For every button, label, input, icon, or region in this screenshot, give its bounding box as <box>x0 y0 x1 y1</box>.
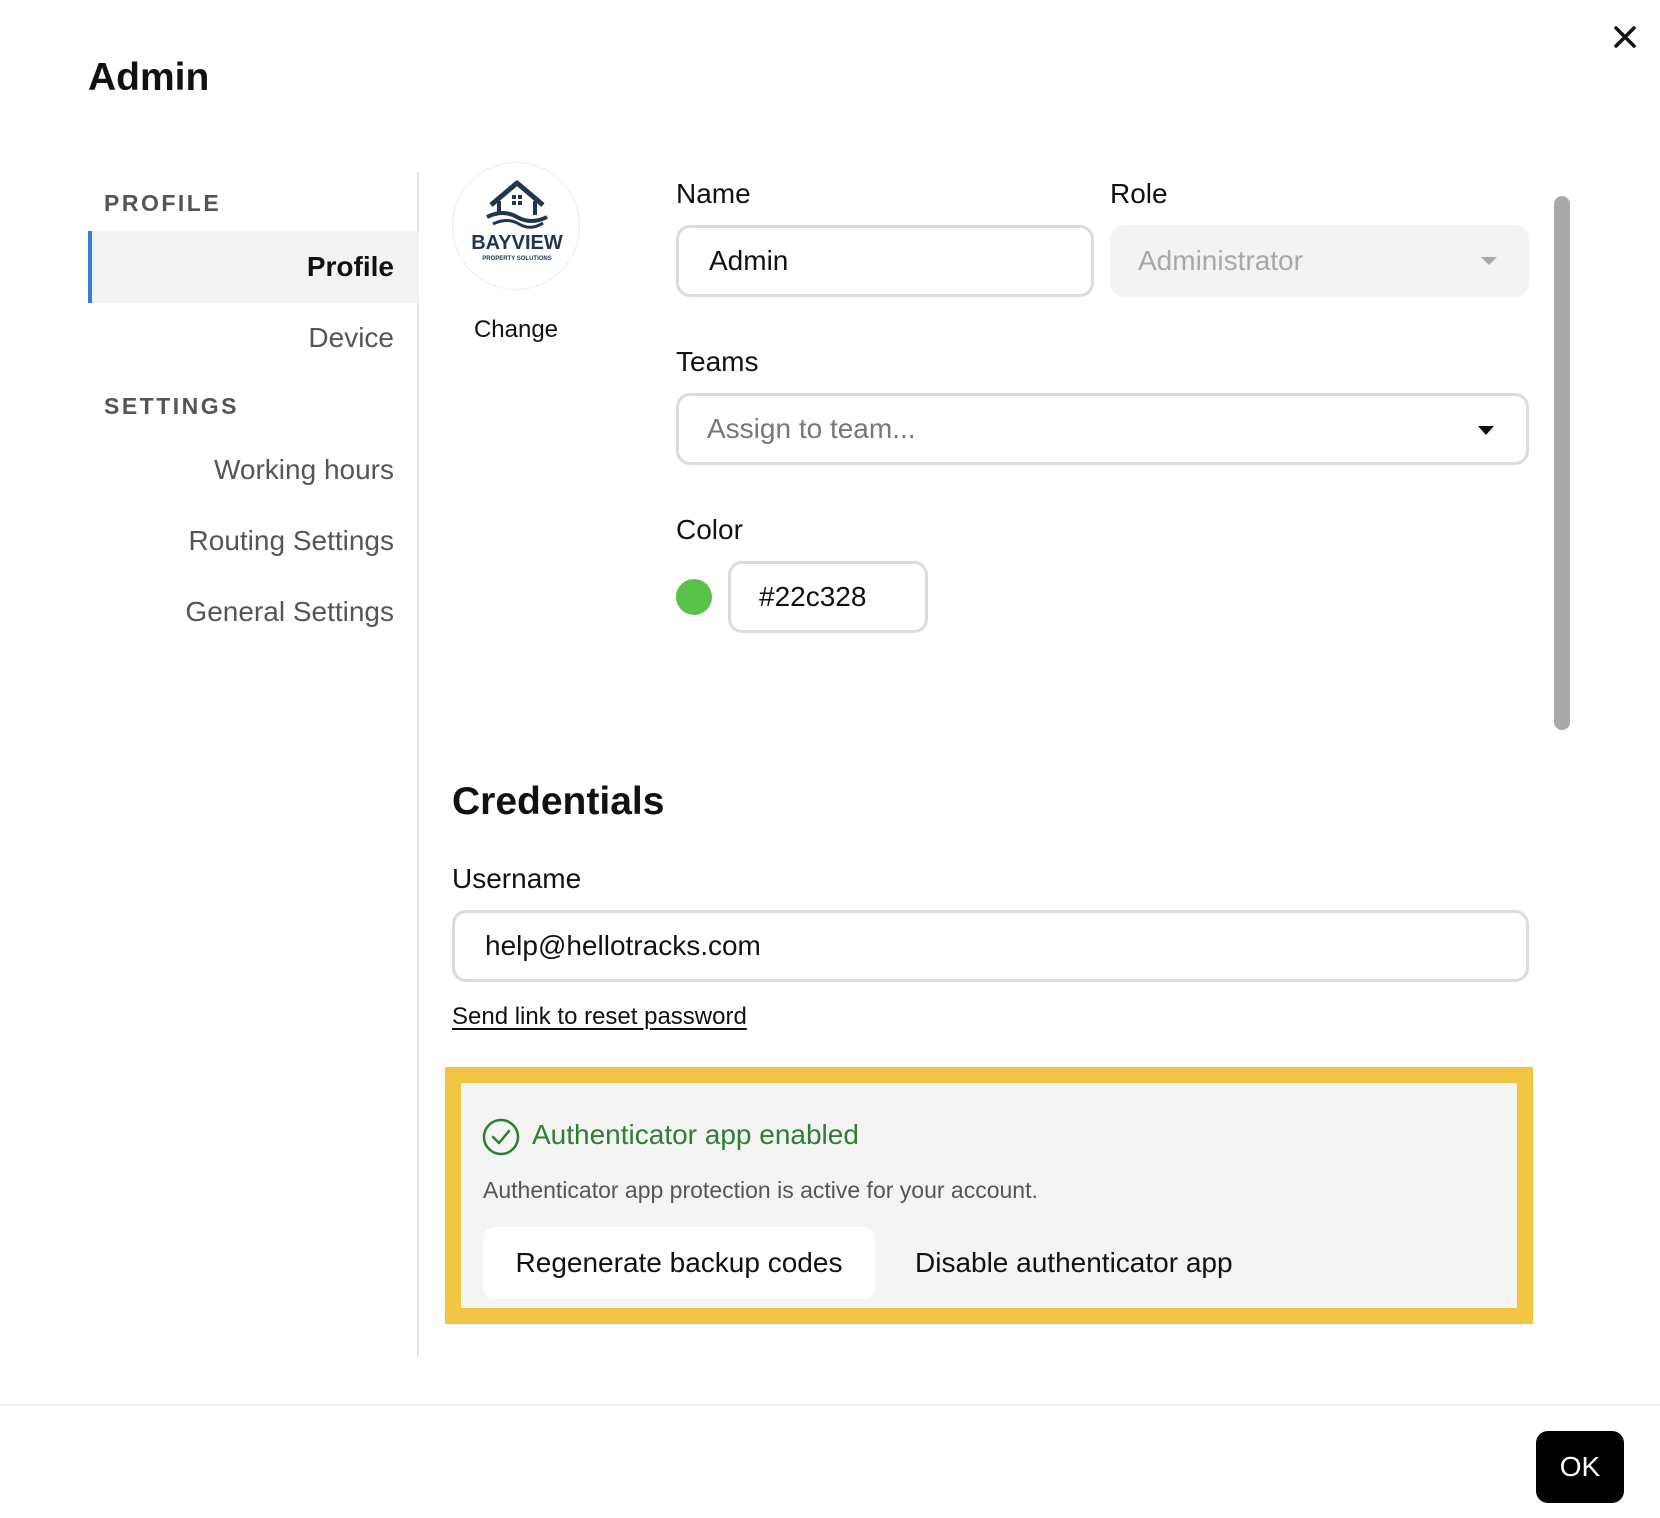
color-swatch[interactable] <box>676 579 712 615</box>
sidebar-item-profile[interactable]: Profile <box>88 231 419 303</box>
ok-button[interactable]: OK <box>1536 1431 1624 1503</box>
dialog-title: Admin <box>88 56 210 99</box>
close-icon <box>1614 26 1636 48</box>
reset-password-link[interactable]: Send link to reset password <box>452 1003 747 1031</box>
role-select: Administrator <box>1110 225 1529 297</box>
authenticator-status-text: Authenticator app enabled <box>532 1119 859 1150</box>
authenticator-description: Authenticator app protection is active f… <box>483 1177 1038 1203</box>
chevron-down-icon <box>1481 257 1497 265</box>
sidebar-section-settings: SETTINGS <box>104 393 240 419</box>
chevron-down-icon <box>1478 426 1494 435</box>
check-circle-icon <box>482 1118 520 1156</box>
sidebar-item-general-settings[interactable]: General Settings <box>88 576 419 648</box>
regenerate-backup-codes-button[interactable]: Regenerate backup codes <box>483 1227 875 1299</box>
teams-select[interactable]: Assign to team... <box>676 393 1529 465</box>
name-input[interactable] <box>676 225 1094 297</box>
name-label: Name <box>676 178 751 209</box>
logo-brand-text: BAYVIEW <box>471 232 563 254</box>
sidebar: PROFILE Profile Device SETTINGS Working … <box>88 172 419 1357</box>
username-label: Username <box>452 863 582 894</box>
logo-tagline-text: PROPERTY SOLUTIONS <box>482 256 552 262</box>
sidebar-section-profile: PROFILE <box>104 190 222 216</box>
house-logo-icon: BAYVIEW PROPERTY SOLUTIONS <box>471 180 563 262</box>
teams-label: Teams <box>676 346 759 377</box>
close-button[interactable] <box>1606 18 1644 56</box>
role-select-value: Administrator <box>1138 245 1303 276</box>
scrollbar-thumb[interactable] <box>1554 196 1570 730</box>
color-label: Color <box>676 514 743 545</box>
credentials-title: Credentials <box>452 780 665 823</box>
username-input[interactable] <box>452 910 1529 982</box>
disable-authenticator-button[interactable]: Disable authenticator app <box>915 1227 1233 1299</box>
color-hex-input[interactable] <box>728 561 928 633</box>
sidebar-item-working-hours[interactable]: Working hours <box>88 434 419 506</box>
company-logo: BAYVIEW PROPERTY SOLUTIONS <box>452 162 580 290</box>
footer-divider <box>0 1404 1660 1406</box>
sidebar-item-device[interactable]: Device <box>88 302 419 374</box>
change-logo-link[interactable]: Change <box>472 316 560 344</box>
teams-select-placeholder: Assign to team... <box>707 413 916 444</box>
role-label: Role <box>1110 178 1168 209</box>
authenticator-status-panel: Authenticator app enabled Authenticator … <box>445 1067 1533 1324</box>
sidebar-item-routing-settings[interactable]: Routing Settings <box>88 505 419 577</box>
